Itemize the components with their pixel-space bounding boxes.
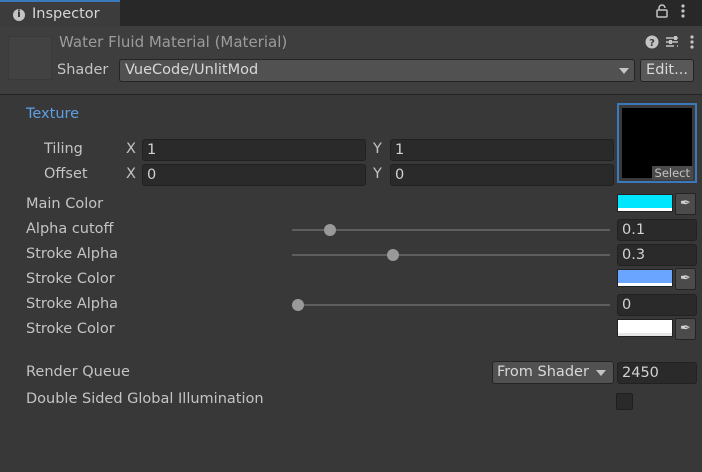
render-queue-mode-dropdown[interactable]: From Shader xyxy=(492,361,614,384)
offset-y-input[interactable]: 0 xyxy=(390,164,614,186)
info-icon: i xyxy=(13,9,25,21)
render-queue-mode-value: From Shader xyxy=(497,364,589,380)
preset-settings-icon[interactable] xyxy=(664,34,680,54)
render-queue-label: Render Queue xyxy=(26,364,130,380)
kebab-menu-icon[interactable] xyxy=(689,34,695,54)
stroke-color-label: Stroke Color xyxy=(26,321,115,337)
material-preview-thumbnail[interactable] xyxy=(8,36,52,80)
alpha-cutoff-slider-thumb[interactable] xyxy=(323,224,336,236)
material-title: Water Fluid Material (Material) xyxy=(59,33,288,51)
eyedropper-icon[interactable]: ✒ xyxy=(675,318,696,340)
tiling-y-input[interactable]: 1 xyxy=(390,139,614,161)
offset-y-label[interactable]: Y xyxy=(373,166,382,182)
stroke-alpha-slider-track[interactable] xyxy=(292,254,610,256)
double-sided-gi-checkbox[interactable] xyxy=(616,393,633,410)
svg-text:?: ? xyxy=(649,38,655,49)
kebab-menu-icon[interactable] xyxy=(680,3,686,23)
double-sided-gi-label: Double Sided Global Illumination xyxy=(26,391,264,407)
stroke-color-swatch[interactable] xyxy=(617,319,673,337)
chevron-down-icon xyxy=(619,68,629,74)
chevron-down-icon xyxy=(596,370,606,376)
alpha-cutoff-input[interactable]: 0.1 xyxy=(617,219,697,241)
main-color-swatch[interactable] xyxy=(617,194,673,212)
texture-label: Texture xyxy=(26,106,80,122)
lock-icon[interactable] xyxy=(656,4,668,22)
tiling-label: Tiling xyxy=(44,141,83,157)
render-queue-input[interactable]: 2450 xyxy=(617,362,697,384)
stroke-alpha-slider-track[interactable] xyxy=(292,304,610,306)
tiling-y-label[interactable]: Y xyxy=(373,141,382,157)
stroke-color-label: Stroke Color xyxy=(26,271,115,287)
tiling-x-input[interactable]: 1 xyxy=(142,139,366,161)
texture-select-button[interactable]: Select xyxy=(651,166,693,180)
stroke-alpha-slider-thumb[interactable] xyxy=(387,249,400,261)
stroke-color-swatch[interactable] xyxy=(617,269,673,287)
alpha-cutoff-slider-track[interactable] xyxy=(292,229,610,231)
shader-label: Shader xyxy=(57,62,109,78)
alpha-cutoff-label: Alpha cutoff xyxy=(26,221,114,237)
stroke-alpha-input[interactable]: 0.3 xyxy=(617,244,697,266)
material-header: Water Fluid Material (Material) ? Shader… xyxy=(0,26,702,95)
offset-x-label[interactable]: X xyxy=(126,166,136,182)
tab-inspector-label: Inspector xyxy=(32,6,100,22)
stroke-alpha-slider-thumb[interactable] xyxy=(292,299,304,311)
offset-label: Offset xyxy=(44,166,88,182)
edit-shader-button[interactable]: Edit... xyxy=(640,59,694,82)
offset-x-input[interactable]: 0 xyxy=(142,164,366,186)
tab-inspector[interactable]: i Inspector xyxy=(0,0,120,27)
texture-slot[interactable]: Select xyxy=(617,103,697,183)
eyedropper-icon[interactable]: ✒ xyxy=(675,193,696,215)
stroke-alpha-label: Stroke Alpha xyxy=(26,296,119,312)
tiling-x-label[interactable]: X xyxy=(126,141,136,157)
stroke-alpha-input[interactable]: 0 xyxy=(617,294,697,316)
eyedropper-icon[interactable]: ✒ xyxy=(675,268,696,290)
shader-value: VueCode/UnlitMod xyxy=(125,62,259,78)
shader-dropdown[interactable]: VueCode/UnlitMod xyxy=(119,59,635,82)
stroke-alpha-label: Stroke Alpha xyxy=(26,246,119,262)
help-icon[interactable]: ? xyxy=(645,35,659,53)
main-color-label: Main Color xyxy=(26,196,104,212)
